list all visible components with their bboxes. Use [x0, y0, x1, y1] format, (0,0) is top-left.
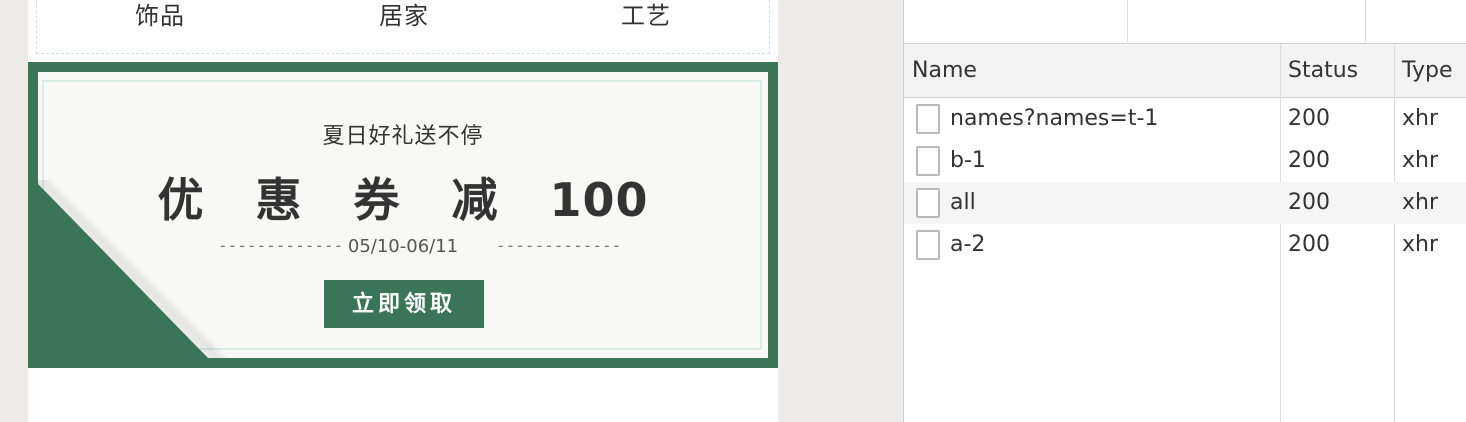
request-name: a-2	[950, 232, 986, 257]
document-icon	[916, 146, 940, 176]
document-icon	[916, 104, 940, 134]
coupon-banner: 夏日好礼送不停 优 惠 券 减 100 ------------- 05/10-…	[28, 62, 778, 368]
request-name: all	[950, 190, 976, 215]
table-row[interactable]: a-2 200 xhr	[904, 224, 1466, 266]
toolbar-cell	[1128, 0, 1366, 42]
claim-coupon-button[interactable]: 立即领取	[324, 280, 484, 328]
table-row[interactable]: all 200 xhr	[904, 182, 1466, 224]
category-item-crafts[interactable]: 工艺	[621, 0, 671, 31]
panel-gutter	[778, 0, 903, 422]
category-nav: 饰品 居家 工艺	[36, 0, 770, 54]
coupon-card: 夏日好礼送不停 优 惠 券 减 100 ------------- 05/10-…	[38, 72, 768, 358]
column-header-status[interactable]: Status	[1280, 44, 1394, 97]
mobile-preview: 饰品 居家 工艺 夏日好礼送不停 优 惠 券 减 100 -----------…	[28, 0, 778, 422]
coupon-date-row: ------------- 05/10-06/11 -------------	[38, 236, 768, 260]
network-toolbar	[904, 0, 1466, 44]
request-status: 200	[1288, 232, 1330, 257]
request-type: xhr	[1402, 106, 1439, 131]
request-name: names?names=t-1	[950, 106, 1159, 131]
document-icon	[916, 230, 940, 260]
request-status: 200	[1288, 190, 1330, 215]
column-header-name[interactable]: Name	[904, 44, 1280, 97]
coupon-title: 优 惠 券 减 100	[38, 164, 768, 230]
document-icon	[916, 188, 940, 218]
category-item-home[interactable]: 居家	[379, 0, 429, 31]
coupon-date-range: 05/10-06/11	[347, 236, 459, 257]
network-table-header: Name Status Type	[904, 44, 1466, 98]
request-status: 200	[1288, 106, 1330, 131]
network-panel: Name Status Type names?names=t-1 200 xhr…	[903, 0, 1466, 422]
category-item-accessories[interactable]: 饰品	[135, 0, 185, 31]
table-row[interactable]: b-1 200 xhr	[904, 140, 1466, 182]
table-row[interactable]: names?names=t-1 200 xhr	[904, 98, 1466, 140]
request-type: xhr	[1402, 232, 1439, 257]
coupon-amount: 100	[549, 173, 649, 227]
dash-divider-right: -------------	[496, 236, 622, 255]
column-header-type[interactable]: Type	[1394, 44, 1466, 97]
request-type: xhr	[1402, 190, 1439, 215]
coupon-title-text: 优 惠 券 减	[157, 173, 516, 227]
request-name: b-1	[950, 148, 986, 173]
coupon-subtitle: 夏日好礼送不停	[322, 124, 484, 149]
toolbar-cell	[904, 0, 1128, 42]
request-status: 200	[1288, 148, 1330, 173]
request-type: xhr	[1402, 148, 1439, 173]
network-request-list: names?names=t-1 200 xhr b-1 200 xhr all …	[904, 98, 1466, 266]
